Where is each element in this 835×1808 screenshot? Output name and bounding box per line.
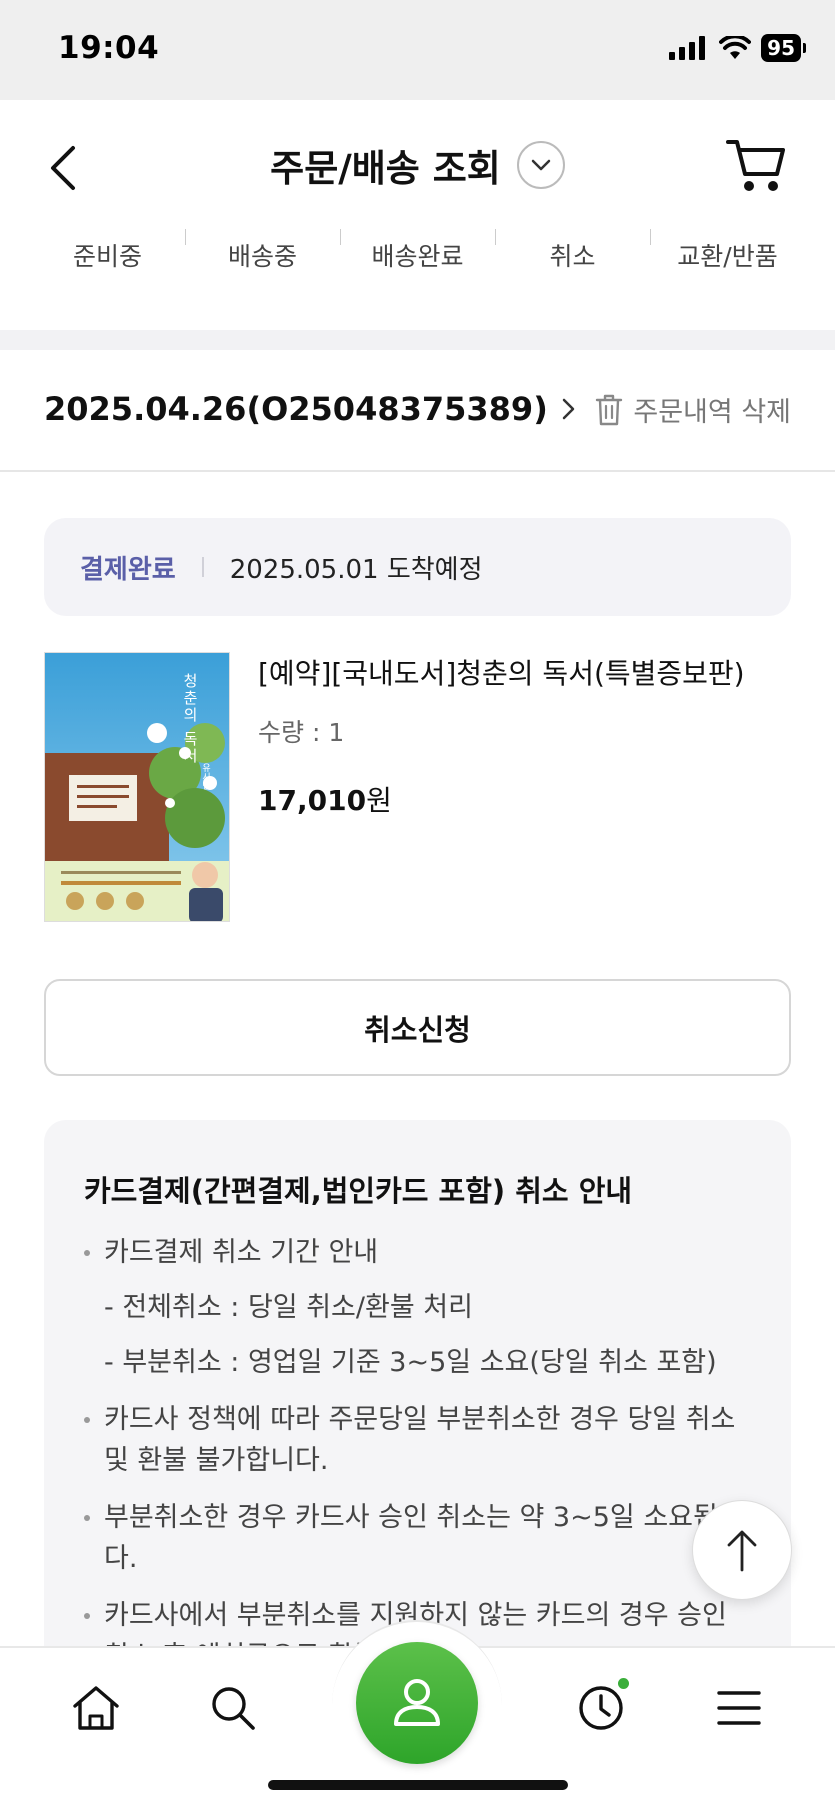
status-time: 19:04 [58, 30, 160, 66]
payment-status: 결제완료 [80, 554, 176, 585]
order-status-tabs: 준비중 배송중 배송완료 취소 교환/반품 [0, 229, 835, 280]
home-indicator [268, 1780, 568, 1790]
card-cancel-notice: 카드결제(간편결제,법인카드 포함) 취소 안내 카드결제 취소 기간 안내 -… [44, 1120, 791, 1680]
arrow-up-icon [727, 1530, 757, 1572]
section-divider [0, 330, 835, 350]
notice-sub-item: - 부분취소 : 영업일 기준 3~5일 소요(당일 취소 포함) [104, 1347, 717, 1378]
trash-icon [596, 394, 623, 425]
notice-item: 부분취소한 경우 카드사 승인 취소는 약 3~5일 소요됩니다. [84, 1497, 751, 1579]
notice-list: 카드결제 취소 기간 안내 - 전체취소 : 당일 취소/환불 처리 - 부분취… [84, 1232, 751, 1677]
tab-delivered[interactable]: 배송완료 [340, 229, 495, 273]
cancel-request-button[interactable]: 취소신청 [44, 979, 791, 1076]
nav-recent-button[interactable] [571, 1678, 631, 1738]
wifi-icon [719, 36, 752, 59]
svg-text:유시민: 유시민 [200, 763, 210, 790]
notice-item: 카드결제 취소 기간 안내 - 전체취소 : 당일 취소/환불 처리 - 부분취… [84, 1232, 751, 1383]
notice-sub-item: - 전체취소 : 당일 취소/환불 처리 [104, 1292, 473, 1323]
status-icons: 95 [669, 34, 806, 62]
order-id: 2025.04.26(O25048375389) [44, 390, 548, 428]
order-header: 2025.04.26(O25048375389) 주문내역 삭제 [0, 350, 835, 472]
product-info: [예약][국내도서]청춘의 독서(특별증보판) 수량 : 1 17,010원 [258, 654, 791, 819]
nav-search-button[interactable] [203, 1678, 263, 1738]
chevron-right-icon [562, 398, 575, 420]
product-quantity: 수량 : 1 [258, 718, 345, 748]
notification-dot [618, 1678, 629, 1689]
notice-item: 카드사 정책에 따라 주문당일 부분취소한 경우 당일 취소 및 환불 불가합니… [84, 1399, 751, 1481]
hamburger-menu-icon [717, 1691, 761, 1725]
tab-preparing[interactable]: 준비중 [30, 237, 185, 273]
title-dropdown-button[interactable] [516, 141, 565, 189]
order-status-box: 결제완료 2025.05.01 도착예정 [44, 518, 791, 616]
nav-home-button[interactable] [66, 1678, 126, 1738]
tab-exchange-return[interactable]: 교환/반품 [650, 229, 805, 273]
user-icon [394, 1679, 440, 1726]
signal-icon [669, 36, 706, 60]
divider [201, 557, 204, 577]
tab-shipping[interactable]: 배송중 [185, 229, 340, 273]
tab-cancelled[interactable]: 취소 [495, 229, 650, 273]
delete-order-button[interactable]: 주문내역 삭제 [595, 390, 791, 429]
battery-indicator: 95 [761, 34, 806, 62]
arrival-date: 2025.05.01 도착예정 [229, 554, 483, 585]
chevron-down-icon [531, 159, 551, 171]
nav-my-button[interactable] [356, 1642, 478, 1764]
notice-title: 카드결제(간편결제,법인카드 포함) 취소 안내 [84, 1174, 633, 1208]
status-bar: 19:04 95 [0, 0, 835, 100]
book-cover-image: 청춘의 독서 유시민 [45, 653, 229, 921]
product-title[interactable]: [예약][국내도서]청춘의 독서(특별증보판) [258, 654, 791, 693]
product-item: 청춘의 독서 유시민 [예약][국내도서]청춘의 독서(특별증보판) 수량 : … [44, 652, 791, 922]
cart-icon [726, 140, 785, 191]
svg-text:청춘의 독서: 청춘의 독서 [181, 673, 199, 765]
page-title: 주문/배송 조회 [270, 147, 501, 190]
product-price-row: 17,010원 [258, 779, 791, 819]
nav-menu-button[interactable] [709, 1678, 769, 1738]
price-currency: 원 [366, 784, 392, 818]
search-icon [212, 1687, 255, 1730]
delete-order-label: 주문내역 삭제 [633, 397, 791, 428]
title-area: 주문/배송 조회 [0, 138, 835, 192]
header: 주문/배송 조회 준비중 배송중 배송완료 취소 교환/반품 [0, 100, 835, 330]
scroll-top-button[interactable] [692, 1500, 792, 1600]
clock-icon [579, 1686, 623, 1730]
cart-button[interactable] [725, 136, 787, 194]
product-price: 17,010 [258, 784, 367, 818]
home-icon [73, 1686, 119, 1730]
book-cover[interactable]: 청춘의 독서 유시민 [44, 652, 230, 922]
notice-item-text: 카드결제 취소 기간 안내 [104, 1237, 379, 1268]
order-detail-link[interactable]: 2025.04.26(O25048375389) [44, 390, 576, 428]
